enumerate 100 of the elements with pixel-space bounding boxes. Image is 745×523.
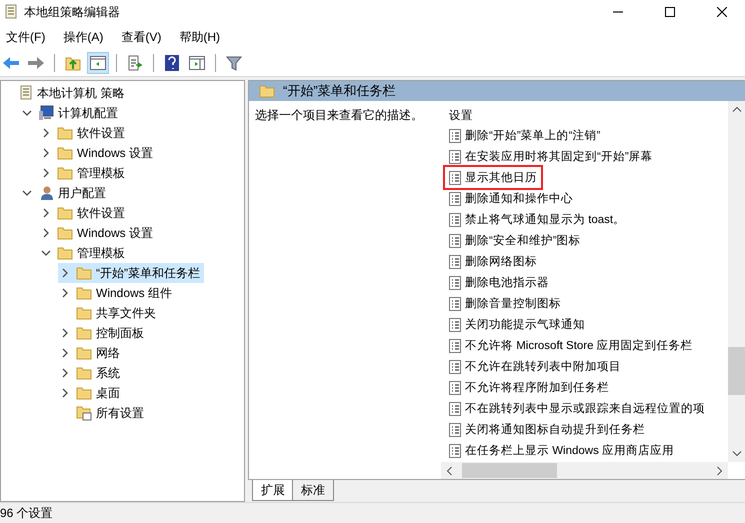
- collapsed-chevron-icon[interactable]: [41, 148, 51, 158]
- tree-item[interactable]: 管理模板: [77, 164, 125, 182]
- policy-setting[interactable]: 删除“开始”菜单上的“注销”: [445, 125, 604, 146]
- policy-document-icon: [449, 444, 461, 458]
- tree-item[interactable]: “开始”菜单和任务栏: [96, 264, 200, 282]
- scroll-icon: [19, 85, 33, 101]
- tree-item[interactable]: Windows 设置: [77, 144, 154, 162]
- folder-icon: [76, 306, 92, 320]
- policy-document-icon: [449, 296, 461, 310]
- expanded-chevron-icon[interactable]: [22, 108, 32, 118]
- policy-setting[interactable]: 删除“安全和维护”图标: [445, 230, 585, 251]
- policy-document-icon: [449, 212, 461, 226]
- collapsed-chevron-icon[interactable]: [60, 288, 70, 298]
- policy-document-icon: [449, 234, 461, 248]
- tree-item[interactable]: 管理模板: [77, 244, 125, 262]
- policy-setting[interactable]: 禁止将气球通知显示为 toast。: [445, 209, 630, 230]
- policy-document-icon: [449, 192, 461, 206]
- tree-item[interactable]: 用户配置: [58, 184, 106, 202]
- tree-item[interactable]: Windows 设置: [77, 224, 154, 242]
- tree-item[interactable]: 软件设置: [77, 124, 125, 142]
- folder-icon: [76, 286, 92, 300]
- policy-document-icon: [449, 170, 461, 184]
- view-tab[interactable]: 扩展: [252, 480, 294, 501]
- policy-setting[interactable]: 不允许将 Microsoft Store 应用固定到任务栏: [445, 335, 697, 356]
- toolbar-button[interactable]: [87, 52, 109, 74]
- expanded-chevron-icon[interactable]: [22, 188, 32, 198]
- collapsed-chevron-icon[interactable]: [60, 368, 70, 378]
- policy-document-icon: [449, 422, 461, 436]
- vertical-scrollbar[interactable]: [728, 101, 745, 462]
- policy-setting[interactable]: 显示其他日历: [445, 167, 541, 188]
- policy-document-icon: [449, 318, 461, 332]
- collapsed-chevron-icon[interactable]: [41, 128, 51, 138]
- menu-item[interactable]: 帮助(H): [173, 28, 226, 46]
- policy-setting[interactable]: 不允许将程序附加到任务栏: [445, 377, 613, 398]
- folder-icon: [57, 166, 73, 180]
- tree-item[interactable]: 网络: [96, 344, 120, 362]
- back-arrow-icon: [2, 56, 20, 70]
- collapsed-chevron-icon[interactable]: [60, 388, 70, 398]
- folder-icon: [76, 366, 92, 380]
- folder-icon: [57, 206, 73, 220]
- collapsed-chevron-icon[interactable]: [60, 268, 70, 278]
- filter-icon: [226, 55, 242, 71]
- collapsed-chevron-icon[interactable]: [41, 168, 51, 178]
- scrollbar-thumb[interactable]: [462, 463, 557, 478]
- menu-item[interactable]: 查看(V): [115, 28, 168, 46]
- folder-icon: [57, 126, 73, 140]
- tree-item[interactable]: 共享文件夹: [96, 304, 156, 322]
- menu-item[interactable]: 文件(F): [0, 28, 52, 46]
- folder-up-icon: [65, 55, 81, 71]
- folder-icon: [76, 346, 92, 360]
- policy-setting[interactable]: 关闭功能提示气球通知: [445, 314, 589, 335]
- policy-setting[interactable]: 删除网络图标: [445, 251, 541, 272]
- console-tree-icon: [90, 56, 106, 70]
- policy-document-icon: [449, 380, 461, 394]
- folder-icon: [76, 266, 92, 280]
- details-title: “开始”菜单和任务栏: [283, 82, 396, 100]
- tree-item[interactable]: 软件设置: [77, 204, 125, 222]
- forward-arrow-icon: [27, 56, 45, 70]
- column-header[interactable]: 设置: [445, 105, 728, 125]
- policy-setting[interactable]: 删除音量控制图标: [445, 293, 565, 314]
- folder-settings-icon: [76, 405, 92, 421]
- policy-setting[interactable]: 在任务栏上显示 Windows 应用商店应用: [445, 440, 678, 461]
- policy-document-icon: [449, 150, 461, 164]
- close-icon[interactable]: [717, 7, 727, 17]
- horizontal-scrollbar[interactable]: [441, 462, 728, 479]
- tree-item[interactable]: 桌面: [96, 384, 120, 402]
- maximize-icon[interactable]: [665, 7, 675, 17]
- expanded-chevron-icon[interactable]: [41, 248, 51, 258]
- policy-setting[interactable]: 不允许在跳转列表中附加项目: [445, 356, 625, 377]
- scrollbar-thumb[interactable]: [728, 347, 745, 395]
- folder-icon: [76, 326, 92, 340]
- folder-icon: [57, 246, 73, 260]
- status-text: 96 个设置: [0, 504, 53, 522]
- policy-document-icon: [449, 128, 461, 142]
- app-scroll-icon: [4, 4, 18, 20]
- window-title: 本地组策略编辑器: [24, 4, 121, 20]
- collapsed-chevron-icon[interactable]: [60, 348, 70, 358]
- tree-item[interactable]: 计算机配置: [58, 104, 118, 122]
- collapsed-chevron-icon[interactable]: [41, 228, 51, 238]
- menu-item[interactable]: 操作(A): [57, 28, 110, 46]
- policy-setting[interactable]: 不在跳转列表中显示或跟踪来自远程位置的项: [445, 398, 709, 419]
- policy-setting[interactable]: 删除电池指示器: [445, 272, 553, 293]
- computer-icon: [38, 105, 54, 121]
- collapsed-chevron-icon[interactable]: [60, 328, 70, 338]
- collapsed-chevron-icon[interactable]: [41, 208, 51, 218]
- tree-item[interactable]: 控制面板: [96, 324, 144, 342]
- view-tab[interactable]: 标准: [292, 480, 334, 501]
- policy-setting[interactable]: 删除通知和操作中心: [445, 188, 577, 209]
- policy-setting[interactable]: 关闭将通知图标自动提升到任务栏: [445, 419, 649, 440]
- folder-icon: [57, 146, 73, 160]
- policy-document-icon: [449, 402, 461, 416]
- tree-item[interactable]: 所有设置: [96, 404, 144, 422]
- policy-setting[interactable]: 在安装应用时将其固定到“开始”屏幕: [445, 146, 657, 167]
- user-icon: [38, 185, 54, 201]
- export-list-icon: [127, 55, 143, 71]
- tree-item[interactable]: Windows 组件: [96, 284, 172, 302]
- policy-document-icon: [449, 254, 461, 268]
- tree-item[interactable]: 本地计算机 策略: [37, 84, 124, 102]
- policy-document-icon: [449, 360, 461, 374]
- tree-item[interactable]: 系统: [96, 364, 120, 382]
